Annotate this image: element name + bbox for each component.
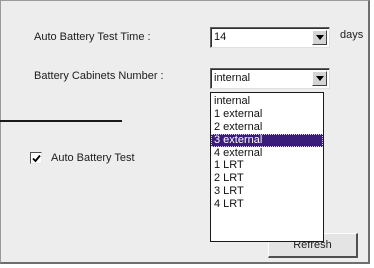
dropdown-option[interactable]: internal [211, 95, 323, 108]
dropdown-option[interactable]: 1 LRT [211, 159, 323, 172]
dropdown-option[interactable]: 3 external [211, 133, 323, 147]
auto-test-checkbox[interactable] [30, 152, 42, 164]
cabinets-select[interactable]: internal [210, 68, 330, 89]
test-time-label: Auto Battery Test Time : [34, 31, 151, 43]
cabinets-label: Battery Cabinets Number : [34, 70, 164, 82]
test-time-select[interactable]: 14 [210, 27, 330, 48]
cabinets-dropdown-list[interactable]: internal 1 external 2 external 3 external 4 … [210, 92, 324, 242]
dropdown-option[interactable]: 2 LRT [211, 172, 323, 185]
test-time-value: 14 [214, 31, 227, 43]
check-icon [32, 154, 41, 163]
dropdown-option[interactable]: 4 LRT [211, 198, 323, 211]
cabinets-dropdown-button[interactable] [312, 71, 327, 86]
dropdown-option[interactable]: 1 external [211, 108, 323, 121]
auto-test-label: Auto Battery Test [51, 152, 135, 164]
test-time-dropdown-button[interactable] [312, 30, 327, 45]
chevron-down-icon [316, 35, 324, 40]
callout-line [0, 120, 122, 122]
test-time-unit: days [340, 29, 364, 41]
dropdown-option[interactable]: 4 external [211, 147, 323, 160]
dropdown-option[interactable]: 3 LRT [211, 185, 323, 198]
dropdown-option[interactable]: 2 external [211, 121, 323, 134]
chevron-down-icon [316, 76, 324, 81]
cabinets-value: internal [214, 72, 251, 84]
